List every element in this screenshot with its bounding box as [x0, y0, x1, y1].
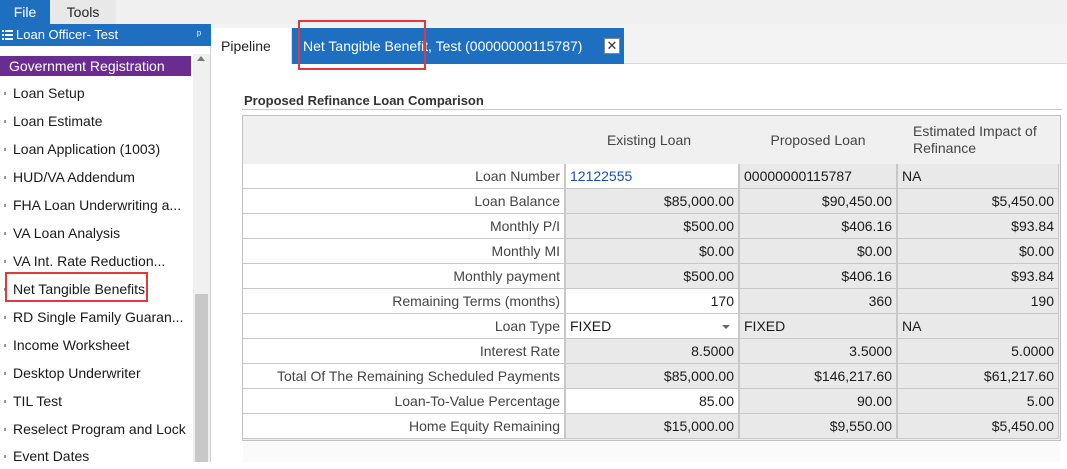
existing-remaining-terms-input[interactable]: 170 [565, 289, 739, 314]
tab-pipeline[interactable]: Pipeline [212, 28, 292, 64]
column-header-impact: Estimated Impact of Refinance [913, 123, 1037, 156]
scrollbar-thumb[interactable] [195, 294, 208, 462]
sidebar-item-reselect-program[interactable]: Reselect Program and Lock [0, 416, 190, 442]
impact-loan-type-value: NA [897, 314, 1059, 339]
existing-monthly-pi-value: $500.00 [565, 214, 739, 239]
table-row: Loan-To-Value Percentage 85.00 90.00 5.0… [243, 389, 1060, 414]
proposed-loan-number-value: 00000000115787 [739, 164, 897, 189]
existing-home-equity-value: $15,000.00 [565, 414, 739, 439]
table-row: Loan Number 12122555 00000000115787 NA [243, 164, 1060, 189]
pin-icon[interactable]: ᵖ [197, 24, 201, 46]
sidebar-item-va-loan-analysis[interactable]: VA Loan Analysis [0, 220, 190, 246]
sidebar-item-event-dates[interactable]: Event Dates [0, 443, 190, 469]
chevron-down-icon[interactable] [722, 325, 730, 329]
existing-monthly-payment-value: $500.00 [565, 264, 739, 289]
row-label: Remaining Terms (months) [243, 289, 565, 314]
column-header-proposed: Proposed Loan [770, 132, 866, 148]
proposed-monthly-pi-value: $406.16 [739, 214, 897, 239]
impact-interest-rate-value: 5.0000 [897, 339, 1059, 364]
tab-net-tangible-benefit[interactable]: Net Tangible Benefit, Test (000000001157… [292, 28, 624, 64]
existing-loan-balance-value: $85,000.00 [565, 189, 739, 214]
tab-label: Net Tangible Benefit, Test (000000001157… [303, 38, 583, 54]
sidebar-header-title: Loan Officer- Test [16, 27, 119, 42]
sidebar-item-hud-va-addendum[interactable]: HUD/VA Addendum [0, 164, 190, 190]
table-row: Loan Type FIXED FIXED NA [243, 314, 1060, 339]
sidebar-item-loan-application[interactable]: Loan Application (1003) [0, 136, 190, 162]
sidebar-item-va-int-rate-reduction[interactable]: VA Int. Rate Reduction... [0, 248, 190, 274]
existing-monthly-mi-value: $0.00 [565, 239, 739, 264]
existing-interest-rate-value: 8.5000 [565, 339, 739, 364]
sidebar-item-income-worksheet[interactable]: Income Worksheet [0, 332, 190, 358]
proposed-total-remaining-value: $146,217.60 [739, 364, 897, 389]
row-label: Loan Number [243, 164, 565, 189]
proposed-loan-balance-value: $90,450.00 [739, 189, 897, 214]
proposed-monthly-payment-value: $406.16 [739, 264, 897, 289]
impact-monthly-mi-value: $0.00 [897, 239, 1059, 264]
table-row: Remaining Terms (months) 170 360 190 [243, 289, 1060, 314]
table-row: Loan Balance $85,000.00 $90,450.00 $5,45… [243, 189, 1060, 214]
sidebar-item-rd-single-family[interactable]: RD Single Family Guaran... [0, 304, 190, 330]
sidebar-header: Loan Officer- Test ᵖ [0, 24, 211, 46]
menu-tools[interactable]: Tools [50, 0, 116, 24]
impact-monthly-payment-value: $93.84 [897, 264, 1059, 289]
comparison-grid: Existing Loan Proposed Loan Estimated Im… [242, 115, 1061, 441]
impact-total-remaining-value: $61,217.60 [897, 364, 1059, 389]
close-icon[interactable]: ✕ [604, 38, 620, 54]
existing-loan-number-input[interactable]: 12122555 [565, 164, 739, 189]
grid-footer [243, 441, 1060, 462]
row-label: Interest Rate [243, 339, 565, 364]
row-label: Loan Balance [243, 189, 565, 214]
table-row: Interest Rate 8.5000 3.5000 5.0000 [243, 339, 1060, 364]
sidebar-item-fha-loan-underwriting[interactable]: FHA Loan Underwriting a... [0, 192, 190, 218]
sidebar-item-net-tangible-benefits[interactable]: Net Tangible Benefits [0, 276, 190, 302]
list-icon [2, 30, 13, 40]
table-row: Home Equity Remaining $15,000.00 $9,550.… [243, 414, 1060, 439]
row-label: Loan-To-Value Percentage [243, 389, 565, 414]
impact-loan-number-value: NA [897, 164, 1059, 189]
impact-loan-balance-value: $5,450.00 [897, 189, 1059, 214]
column-header-existing: Existing Loan [606, 132, 692, 148]
row-label: Home Equity Remaining [243, 414, 565, 439]
row-label: Monthly payment [243, 264, 565, 289]
row-label: Monthly P/I [243, 214, 565, 239]
existing-loan-type-value: FIXED [570, 318, 612, 334]
existing-total-remaining-value: $85,000.00 [565, 364, 739, 389]
row-label: Total Of The Remaining Scheduled Payment… [243, 364, 565, 389]
proposed-loan-type-value: FIXED [739, 314, 897, 339]
tab-strip: Pipeline Net Tangible Benefit, Test (000… [212, 24, 1067, 64]
existing-ltv-input[interactable]: 85.00 [565, 389, 739, 414]
sidebar-item-loan-setup[interactable]: Loan Setup [0, 80, 190, 106]
impact-remaining-terms-value: 190 [897, 289, 1059, 314]
sidebar: Loan Officer- Test ᵖ Government Registra… [0, 24, 211, 464]
table-row: Monthly payment $500.00 $406.16 $93.84 [243, 264, 1060, 289]
impact-ltv-value: 5.00 [897, 389, 1059, 414]
proposed-remaining-terms-value: 360 [739, 289, 897, 314]
table-row: Total Of The Remaining Scheduled Payment… [243, 364, 1060, 389]
sidebar-item-til-test[interactable]: TIL Test [0, 388, 190, 414]
section-divider [242, 109, 1062, 110]
table-row: Monthly P/I $500.00 $406.16 $93.84 [243, 214, 1060, 239]
proposed-monthly-mi-value: $0.00 [739, 239, 897, 264]
impact-monthly-pi-value: $93.84 [897, 214, 1059, 239]
impact-home-equity-value: $5,450.00 [897, 414, 1059, 439]
proposed-ltv-value: 90.00 [739, 389, 897, 414]
proposed-home-equity-value: $9,550.00 [739, 414, 897, 439]
sidebar-item-desktop-underwriter[interactable]: Desktop Underwriter [0, 360, 190, 386]
row-label: Loan Type [243, 314, 565, 339]
sidebar-scrollbar[interactable] [193, 54, 210, 462]
row-label: Monthly MI [243, 239, 565, 264]
section-title: Proposed Refinance Loan Comparison [244, 93, 484, 108]
menu-file[interactable]: File [0, 0, 50, 24]
sidebar-item-loan-estimate[interactable]: Loan Estimate [0, 108, 190, 134]
proposed-interest-rate-value: 3.5000 [739, 339, 897, 364]
table-row: Monthly MI $0.00 $0.00 $0.00 [243, 239, 1060, 264]
scroll-up-icon[interactable] [197, 56, 205, 61]
sidebar-group-government-registration[interactable]: Government Registration [0, 56, 191, 76]
menu-bar: File Tools [0, 0, 1067, 24]
existing-loan-type-select[interactable]: FIXED [565, 314, 739, 339]
